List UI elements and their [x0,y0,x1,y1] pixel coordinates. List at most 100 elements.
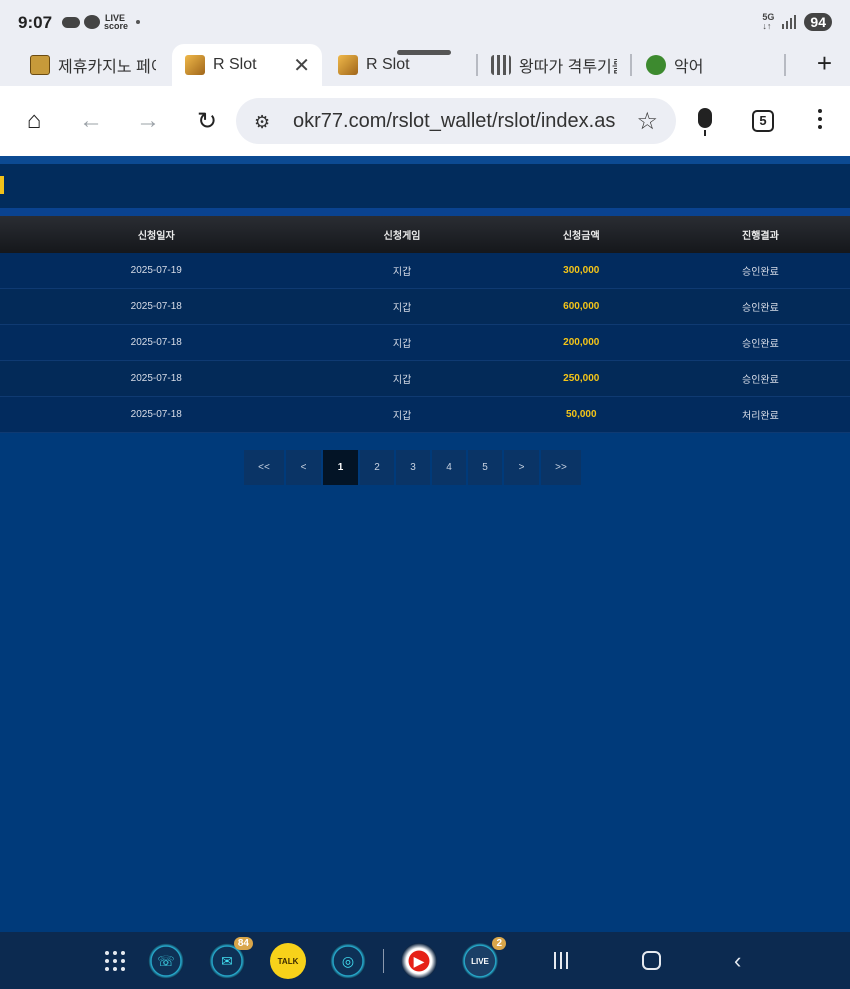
tab-casino[interactable]: 제휴카지노 페이 [30,44,156,86]
table-row: 2025-07-19 지갑 300,000 승인완료 [0,253,850,289]
menu-icon[interactable] [818,109,822,129]
back-icon[interactable]: ← [78,107,104,134]
tab-switcher-button[interactable]: 5 [752,110,774,132]
phone-app-icon[interactable]: ☏ [148,943,184,979]
request-history-table: 신청일자 신청게임 신청금액 진행결과 2025-07-19 지갑 300,00… [0,216,850,433]
home-button[interactable] [642,951,661,970]
cell-result: 승인완료 [742,375,779,386]
livescore-app-icon[interactable]: LIVE 2 [462,937,506,979]
tab-divider [630,54,632,76]
cell-result: 승인완료 [742,339,779,350]
bookmark-star-icon[interactable]: ☆ [636,107,658,136]
page-5-button[interactable]: 5 [468,450,502,485]
page-last-button[interactable]: >> [541,450,581,485]
cell-result: 승인완료 [742,303,779,314]
recents-button[interactable] [554,952,568,969]
cell-amount: 200,000 [563,337,600,348]
page-prev-button[interactable]: < [286,450,321,485]
cell-date: 2025-07-18 [130,409,182,420]
browser-app-icon[interactable]: ◎ [330,943,366,979]
header-game: 신청게임 [383,231,421,242]
tab-crocodile[interactable]: 악어 [646,44,766,86]
status-notification-icons: LIVE score [62,13,140,31]
table-row: 2025-07-18 지갑 600,000 승인완료 [0,289,850,325]
crocodile-icon [646,55,666,75]
slot-machine-icon [30,55,50,75]
site-settings-icon[interactable]: ⚙ [254,112,270,133]
back-button[interactable]: ‹ [734,948,741,974]
pagination: << < 1 2 3 4 5 > >> [244,450,581,485]
cell-game: 지갑 [392,411,412,422]
chat-icon [84,15,100,29]
cell-game: 지갑 [392,375,412,386]
page-header-band [0,164,850,208]
status-bar: 9:07 LIVE score 5G ↓↑ 94 [0,0,850,44]
cell-result: 승인완료 [742,267,779,278]
page-divider-band [0,208,850,216]
signal-icon [782,15,797,29]
page-4-button[interactable]: 4 [432,450,466,485]
barcode-icon [491,55,511,75]
tab-divider [476,54,478,76]
cell-result: 처리완료 [742,411,779,422]
new-tab-icon[interactable]: + [817,48,832,79]
header-date: 신청일자 [137,231,175,242]
page-1-button[interactable]: 1 [323,450,358,485]
battery-indicator: 94 [804,13,832,31]
forward-icon[interactable]: → [135,107,161,134]
notification-badge: 84 [233,937,253,950]
drag-handle[interactable] [397,50,451,55]
cell-amount: 50,000 [565,409,597,420]
table-header: 신청일자 신청게임 신청금액 진행결과 [0,216,850,253]
header-accent-mark [0,176,4,194]
microphone-icon[interactable] [698,108,712,136]
messages-app-icon[interactable]: ✉ 84 [209,937,253,979]
page-first-button[interactable]: << [244,450,284,485]
cell-game: 지갑 [392,267,412,278]
close-tab-icon[interactable]: ✕ [293,53,310,78]
browser-toolbar: ⌂ ← → ↻ ⚙ okr77.com/rslot_wallet/rslot/i… [0,86,850,156]
tab-title: R Slot [366,56,410,73]
cloud-icon [62,16,80,28]
tab-video[interactable]: 왕따가 격투기를 [491,44,617,86]
kakaotalk-app-icon[interactable]: TALK [270,943,306,979]
rslot-logo-icon [338,55,358,75]
notification-badge: 2 [492,937,506,950]
address-bar[interactable]: ⚙ okr77.com/rslot_wallet/rslot/index.as … [236,98,676,144]
tab-title: R Slot [213,56,257,73]
cell-amount: 300,000 [563,265,600,276]
cell-game: 지갑 [392,303,412,314]
tab-rslot-active[interactable]: R Slot ✕ [172,44,322,86]
navigation-bar: ☏ ✉ 84 TALK ◎ ▶ LIVE 2 ‹ [0,932,850,989]
header-amount: 신청금액 [562,231,600,242]
cell-amount: 600,000 [563,301,600,312]
tab-title: 악어 [674,59,704,76]
dock-divider [383,949,384,973]
cell-game: 지갑 [392,339,412,350]
header-result: 진행결과 [742,231,779,242]
rslot-logo-icon [185,55,205,75]
table-row: 2025-07-18 지갑 50,000 처리완료 [0,397,850,433]
page-top-stripe [0,156,850,164]
reload-icon[interactable]: ↻ [194,108,220,135]
cell-date: 2025-07-18 [130,373,182,384]
status-time: 9:07 [18,13,53,32]
app-drawer-icon[interactable] [105,951,125,971]
cell-date: 2025-07-19 [130,265,182,276]
status-system-icons: 5G ↓↑ 94 [762,13,832,31]
livescore-icon: LIVE score [104,13,129,31]
tab-title: 왕따가 격투기를 [519,59,617,76]
cell-amount: 250,000 [563,373,600,384]
page-2-button[interactable]: 2 [360,450,394,485]
network-5g-icon: 5G ↓↑ [762,12,775,31]
url-text[interactable]: okr77.com/rslot_wallet/rslot/index.as [293,110,623,133]
table-row: 2025-07-18 지갑 200,000 승인완료 [0,325,850,361]
cell-date: 2025-07-18 [130,301,182,312]
page-3-button[interactable]: 3 [396,450,430,485]
youtube-app-icon[interactable]: ▶ [401,943,437,979]
table-row: 2025-07-18 지갑 250,000 승인완료 [0,361,850,397]
table-body: 2025-07-19 지갑 300,000 승인완료 2025-07-18 지갑… [0,253,850,433]
home-icon[interactable]: ⌂ [21,107,47,134]
page-next-button[interactable]: > [504,450,539,485]
livescore-label: LIVE [471,956,489,966]
